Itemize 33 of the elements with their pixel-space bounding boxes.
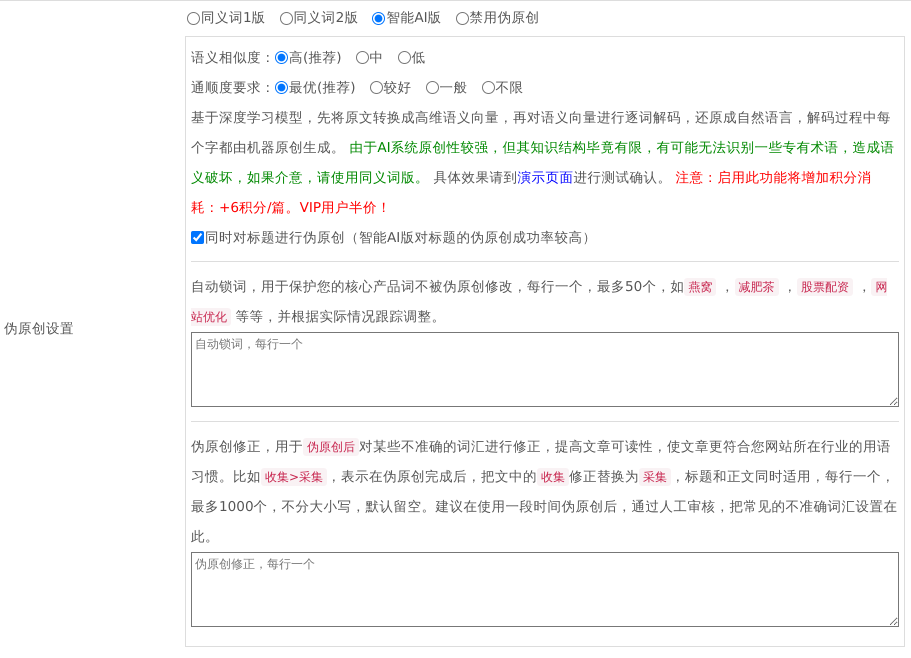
radio-button[interactable] [275, 51, 288, 64]
checkbox-label[interactable]: 同时对标题进行伪原创（智能AI版对标题的伪原创成功率较高） [205, 228, 596, 248]
correction-field[interactable]: 伪原创修正，每行一个 [191, 552, 899, 628]
option-label[interactable]: 一般 [440, 78, 468, 98]
radio-button[interactable] [482, 81, 495, 94]
option-label[interactable]: 中 [370, 48, 384, 68]
option-label[interactable]: 同义词2版 [294, 8, 358, 29]
option-label[interactable]: 同义词1版 [201, 8, 266, 29]
option-label[interactable]: 最优(推荐) [289, 78, 356, 98]
option-label[interactable]: 较好 [384, 78, 412, 98]
radio-button[interactable] [275, 81, 288, 94]
option-label[interactable]: 禁用伪原创 [470, 8, 540, 29]
correction-description: 伪原创修正，用于 伪原创后 对某些不准确的词汇进行修正，提高文章可读性，使文章更符合您网站所在行业的用语习惯。比如 收集>采集 ，表示在伪原创完成后，把文中的 收集 修正替换为 采集 ，标题和正文同时适用，每行一个，最多1000个，不分大小写，默认留空。建议在使用一段时间伪原创后，通过人工审核，把常见的不准确词汇设置在此。 [191, 437, 899, 548]
lock-words-description: 自动锁词，用于保护您的核心产品词不被伪原创修改，每行一个，最多50个，如 燕窝 ， 减肥茶 ， 股票配资 ， 网站优化 等等，并根据实际情况跟踪调整。 [191, 277, 888, 328]
option-label[interactable]: 不限 [496, 78, 524, 98]
lock-words-field[interactable]: 自动锁词，每行一个 [191, 332, 899, 407]
ai-description: 基于深度学习模型，先将原文转换成高维语义向量，再对语义向量进行逐词解码，还原成自然语言，解码过程中每个字都由机器原创生成。 由于AI系统原创性较强，但其知识结构毕竟有限，有可能无法识别一些专有术语，造成语义破坏，如果介意，请使用同义词版。 具体效果请到演示页面进行测试确认。 注意：启用此功能将增加积分消耗：+6积分/篇。VIP用户半价！ [191, 109, 896, 218]
checkbox[interactable] [191, 231, 204, 244]
radio-button[interactable] [456, 12, 469, 25]
field-label: 通顺度要求： [191, 78, 275, 98]
radio-button[interactable] [372, 12, 386, 25]
radio-button[interactable] [187, 12, 200, 25]
demo-page-link[interactable]: 演示页面 [517, 170, 574, 186]
field-label: 语义相似度： [191, 48, 275, 68]
radio-button[interactable] [426, 81, 439, 94]
radio-button[interactable] [356, 51, 369, 64]
option-label[interactable]: 高(推荐) [289, 48, 342, 68]
radio-button[interactable] [370, 81, 383, 94]
section-label: 伪原创设置 [4, 320, 74, 340]
radio-button[interactable] [280, 12, 293, 25]
radio-button[interactable] [398, 51, 411, 64]
option-label[interactable]: 低 [412, 48, 426, 68]
option-label[interactable]: 智能AI版 [386, 8, 442, 29]
